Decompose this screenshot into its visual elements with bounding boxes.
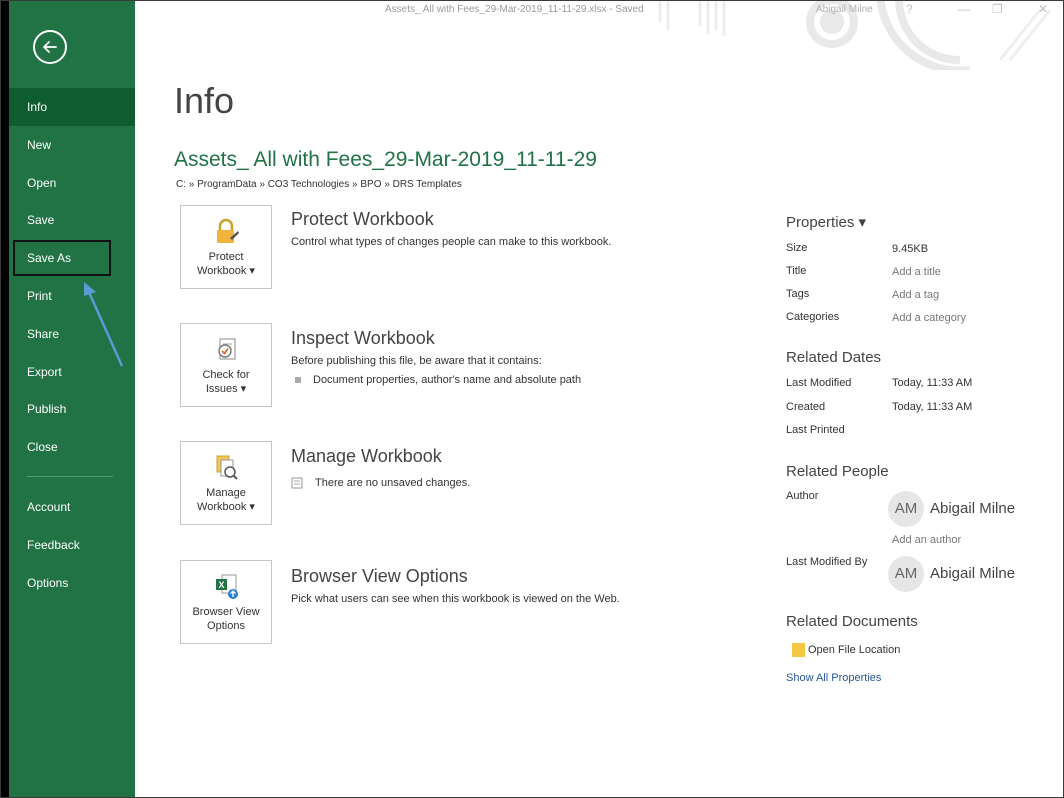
window-frame (0, 0, 1064, 798)
